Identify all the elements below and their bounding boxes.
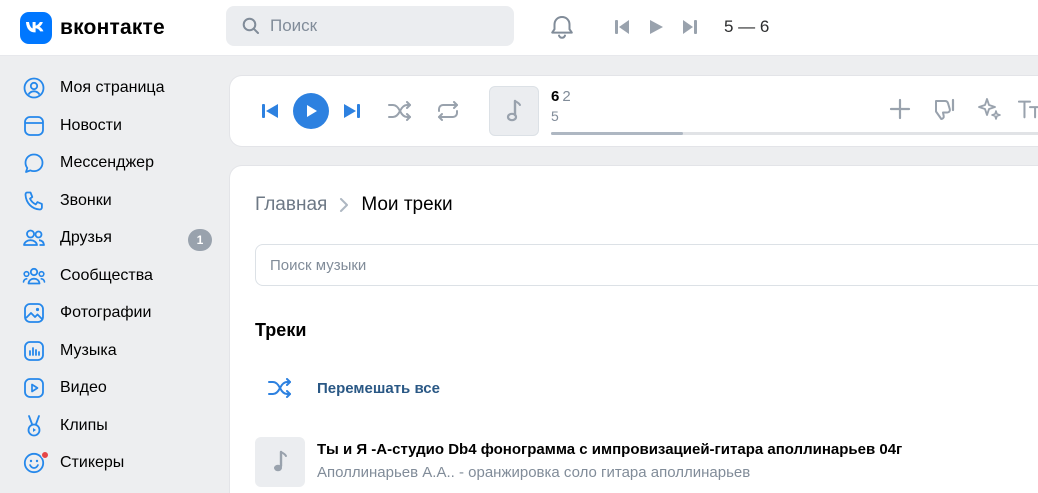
friends-count-badge: 1 (188, 229, 212, 251)
top-header: вконтакте Поиск 5 — 6 (0, 0, 1038, 56)
audio-player: 62 5 (230, 76, 1038, 146)
mini-player-title[interactable]: 5 — 6 (724, 17, 769, 37)
sidebar-item-calls[interactable]: Звонки (14, 183, 218, 219)
shuffle-all-button[interactable]: Перемешать все (255, 378, 440, 398)
sidebar-item-news[interactable]: Новости (14, 108, 218, 144)
sparkle-icon (978, 98, 1001, 120)
sticker-icon (14, 445, 54, 481)
sidebar-item-photos[interactable]: Фотографии (14, 295, 218, 331)
mini-play-button[interactable] (642, 15, 670, 39)
add-track-button[interactable] (886, 95, 914, 123)
play-button[interactable] (293, 93, 329, 129)
sidebar-item-messenger[interactable]: Мессенджер (14, 145, 218, 181)
now-playing-title[interactable]: 62 (551, 88, 571, 105)
brand-name: вконтакте (60, 16, 165, 39)
skip-previous-icon (262, 104, 278, 118)
mini-prev-button[interactable] (608, 15, 636, 39)
skip-previous-icon (615, 20, 629, 34)
prev-track-button[interactable] (258, 100, 282, 122)
photo-icon (14, 295, 54, 331)
play-icon (650, 20, 663, 34)
sidebar-item-label: Фотографии (60, 304, 152, 321)
mini-next-button[interactable] (676, 15, 704, 39)
global-search-input[interactable]: Поиск (226, 6, 514, 46)
sidebar-item-label: Видео (60, 379, 107, 396)
shuffle-icon (388, 101, 411, 121)
video-icon (14, 370, 54, 406)
now-playing-subtitle: 2 (562, 88, 571, 105)
repeat-icon (438, 101, 458, 121)
message-icon (14, 145, 54, 181)
track-list-item[interactable]: Ты и Я -А-студио Db4 фонограмма с импров… (255, 437, 902, 487)
now-playing-number: 6 (551, 88, 560, 105)
skip-next-icon (344, 104, 360, 118)
music-icon (14, 333, 54, 369)
users-icon (14, 220, 54, 256)
sidebar-item-label: Звонки (60, 192, 112, 209)
skip-next-icon (683, 20, 697, 34)
thumb-down-icon (935, 98, 955, 120)
sidebar-item-label: Друзья (60, 229, 112, 246)
vk-logo-icon (20, 12, 52, 44)
tracks-section-title: Треки (255, 320, 307, 340)
search-icon (242, 17, 259, 34)
notification-dot (41, 451, 49, 459)
sidebar-item-clips[interactable]: Клипы (14, 408, 218, 444)
sidebar-item-my-page[interactable]: Моя страница (14, 70, 218, 106)
notifications-bell-icon[interactable] (548, 13, 576, 46)
chevron-right-icon (339, 198, 349, 212)
sidebar-item-stickers[interactable]: Стикеры (14, 445, 218, 481)
next-track-button[interactable] (340, 100, 364, 122)
now-playing-artist[interactable]: 5 (551, 108, 571, 124)
track-title[interactable]: Ты и Я -А-студио Db4 фонограмма с импров… (317, 441, 902, 458)
track-cover (489, 86, 539, 136)
sidebar-item-label: Мессенджер (60, 154, 154, 171)
track-meta: Ты и Я -А-студио Db4 фонограмма с импров… (317, 441, 902, 487)
now-playing-info: 62 5 (551, 88, 571, 124)
search-placeholder: Поиск (270, 16, 318, 35)
shuffle-icon (255, 378, 305, 398)
shuffle-button[interactable] (385, 98, 415, 124)
mini-player: 5 — 6 (608, 15, 769, 39)
dislike-button[interactable] (930, 95, 960, 123)
breadcrumb: Главная Мои треки (255, 194, 453, 216)
sidebar-item-video[interactable]: Видео (14, 370, 218, 406)
playback-progress-bar[interactable] (551, 132, 1038, 135)
lyrics-button[interactable] (1018, 95, 1038, 123)
sidebar-item-communities[interactable]: Сообщества (14, 258, 218, 294)
breadcrumb-home[interactable]: Главная (255, 194, 327, 216)
sidebar-item-label: Новости (60, 117, 122, 134)
track-artist[interactable]: Аполлинарьев А.А.. - оранжировка соло ги… (317, 464, 902, 481)
sidebar-item-friends[interactable]: Друзья 1 (14, 220, 218, 256)
sidebar-item-label: Клипы (60, 417, 108, 434)
sidebar-item-label: Музыка (60, 342, 117, 359)
vk-logo[interactable]: вконтакте (20, 12, 165, 44)
music-note-icon (506, 99, 521, 122)
sidebar-item-music[interactable]: Музыка (14, 333, 218, 369)
music-note-icon (274, 450, 287, 472)
text-icon (1018, 100, 1038, 119)
repeat-button[interactable] (433, 98, 463, 124)
shuffle-all-label: Перемешать все (317, 379, 440, 397)
music-search-input[interactable]: Поиск музыки (255, 244, 1038, 286)
phone-icon (14, 183, 54, 219)
my-tracks-page: Главная Мои треки Поиск музыки Треки Пер… (230, 166, 1038, 493)
plus-icon (889, 98, 911, 120)
sidebar-item-label: Сообщества (60, 267, 153, 284)
communities-icon (14, 258, 54, 294)
playback-progress-fill (551, 132, 684, 135)
sidebar-item-label: Моя страница (60, 79, 165, 96)
play-icon (307, 105, 317, 117)
clips-icon (14, 408, 54, 444)
recommendations-button[interactable] (974, 95, 1004, 123)
sidebar-item-label: Стикеры (60, 454, 125, 471)
newsfeed-icon (14, 108, 54, 144)
track-cover[interactable] (255, 437, 305, 487)
user-circle-icon (14, 70, 54, 106)
music-search-placeholder: Поиск музыки (270, 256, 367, 274)
page-title: Мои треки (361, 194, 453, 215)
